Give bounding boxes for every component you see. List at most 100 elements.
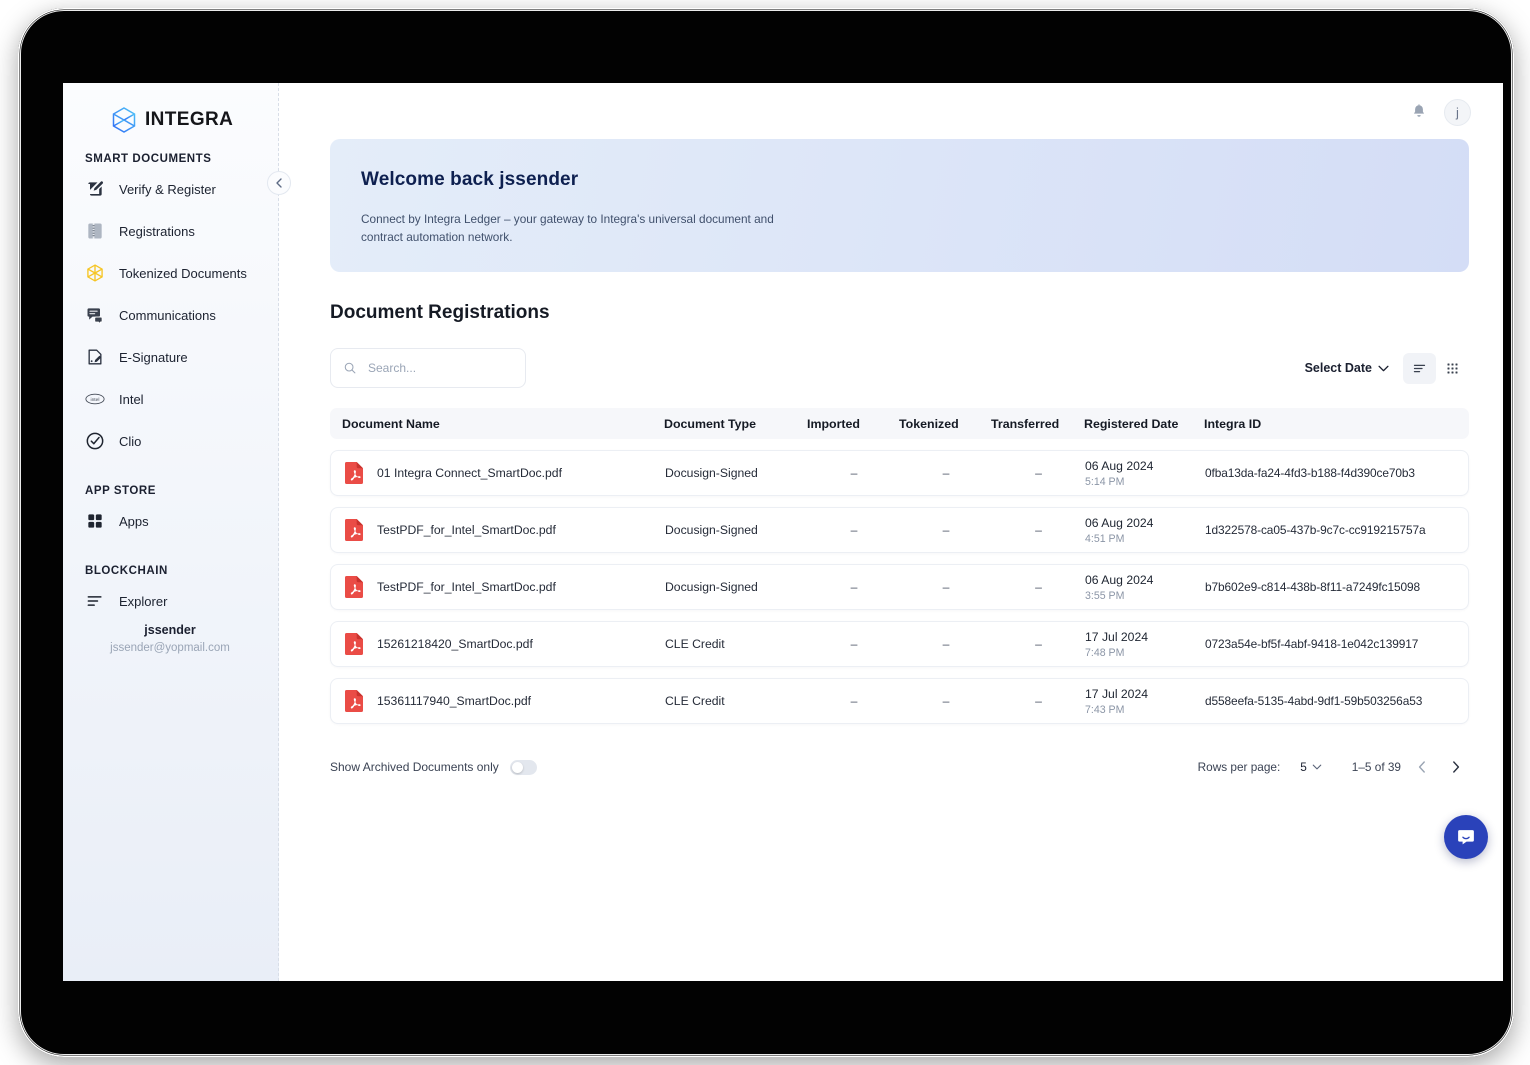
cell-document-type: Docusign-Signed — [665, 580, 808, 594]
cell-document-type: CLE Credit — [665, 694, 808, 708]
registered-time-text: 7:48 PM — [1085, 647, 1205, 659]
archived-toggle-label: Show Archived Documents only — [330, 760, 499, 774]
sidebar-item-label: Verify & Register — [119, 182, 216, 197]
check-circle-icon — [85, 431, 105, 451]
cell-document-type: Docusign-Signed — [665, 523, 808, 537]
sidebar-item-label: Registrations — [119, 224, 195, 239]
page-title: Document Registrations — [330, 302, 1503, 324]
pdf-file-icon — [343, 575, 365, 599]
intel-logo-icon: intel — [85, 389, 105, 409]
prev-page-button[interactable] — [1409, 754, 1435, 780]
cell-tokenized: – — [900, 694, 992, 708]
registered-date-text: 17 Jul 2024 — [1085, 687, 1205, 701]
sidebar-item-apps[interactable]: Apps — [63, 503, 278, 539]
sidebar-user-block[interactable]: jssender jssender@yopmail.com — [63, 623, 277, 654]
document-name-text: 15361117940_SmartDoc.pdf — [377, 694, 531, 708]
cell-imported: – — [808, 466, 900, 480]
chat-launcher-button[interactable] — [1444, 815, 1488, 859]
registered-date-text: 17 Jul 2024 — [1085, 630, 1205, 644]
registered-time-text: 7:43 PM — [1085, 704, 1205, 716]
sidebar-item-label: Tokenized Documents — [119, 266, 247, 281]
chevron-right-icon — [1452, 761, 1460, 773]
rows-per-page-select[interactable]: 5 — [1300, 760, 1322, 774]
select-date-button[interactable]: Select Date — [1305, 361, 1389, 375]
document-name-text: 01 Integra Connect_SmartDoc.pdf — [377, 466, 562, 480]
table-row[interactable]: 01 Integra Connect_SmartDoc.pdfDocusign-… — [330, 450, 1469, 496]
table-footer: Show Archived Documents only Rows per pa… — [330, 754, 1469, 780]
table-row[interactable]: 15261218420_SmartDoc.pdfCLE Credit–––17 … — [330, 621, 1469, 667]
sidebar-section-blockchain: BLOCKCHAIN — [63, 565, 278, 577]
sidebar-item-explorer[interactable]: Explorer — [63, 583, 278, 619]
cell-transferred: – — [992, 637, 1085, 651]
rows-per-page-value: 5 — [1300, 760, 1307, 774]
column-header-transferred: Transferred — [991, 417, 1084, 431]
cell-registered-date: 17 Jul 2024 7:48 PM — [1085, 630, 1205, 659]
sidebar-item-verify-register[interactable]: Verify & Register — [63, 171, 278, 207]
sidebar-item-e-signature[interactable]: E-Signature — [63, 339, 278, 375]
next-page-button[interactable] — [1443, 754, 1469, 780]
filter-lines-icon — [85, 591, 105, 611]
sidebar-item-label: Intel — [119, 392, 144, 407]
sidebar-item-intel[interactable]: intel Intel — [63, 381, 278, 417]
cell-document-name: 15261218420_SmartDoc.pdf — [331, 632, 665, 656]
sidebar-item-label: E-Signature — [119, 350, 188, 365]
sidebar-item-registrations[interactable]: Registrations — [63, 213, 278, 249]
sidebar-user-name: jssender — [63, 623, 277, 637]
rows-per-page-label: Rows per page: — [1198, 760, 1281, 774]
pdf-file-icon — [343, 689, 365, 713]
grid-view-button[interactable] — [1436, 353, 1469, 384]
sidebar-item-clio[interactable]: Clio — [63, 423, 278, 459]
integra-cube-logo-icon — [109, 105, 139, 135]
chat-lines-icon — [85, 305, 105, 325]
column-header-integra-id: Integra ID — [1204, 417, 1469, 431]
sidebar-collapse-button[interactable] — [267, 171, 291, 195]
pagination: Rows per page: 5 1–5 of 39 — [1198, 754, 1469, 780]
sidebar-item-tokenized-documents[interactable]: Tokenized Documents — [63, 255, 278, 291]
document-name-text: TestPDF_for_Intel_SmartDoc.pdf — [377, 523, 556, 537]
cell-registered-date: 17 Jul 2024 7:43 PM — [1085, 687, 1205, 716]
registered-time-text: 4:51 PM — [1085, 533, 1205, 545]
cell-imported: – — [808, 637, 900, 651]
avatar[interactable]: j — [1444, 99, 1471, 126]
cell-integra-id: 1d322578-ca05-437b-9c7c-cc919215757a — [1205, 523, 1468, 537]
cell-document-name: 15361117940_SmartDoc.pdf — [331, 689, 665, 713]
column-header-imported: Imported — [807, 417, 899, 431]
cell-registered-date: 06 Aug 20243:55 PM — [1085, 573, 1205, 602]
cell-document-name: 01 Integra Connect_SmartDoc.pdf — [331, 461, 665, 485]
document-name-text: TestPDF_for_Intel_SmartDoc.pdf — [377, 580, 556, 594]
sidebar-item-label: Explorer — [119, 594, 167, 609]
svg-text:intel: intel — [90, 397, 99, 403]
cell-integra-id: 0fba13da-fa24-4fd3-b188-f4d390ce70b3 — [1205, 466, 1468, 480]
chevron-left-icon — [1418, 761, 1426, 773]
column-header-document-name: Document Name — [330, 417, 664, 431]
column-header-registered-date: Registered Date — [1084, 417, 1204, 431]
cell-transferred: – — [992, 523, 1085, 537]
table-row[interactable]: 15361117940_SmartDoc.pdfCLE Credit–––17 … — [330, 678, 1469, 724]
registered-date-text: 06 Aug 2024 — [1085, 459, 1205, 473]
search-input[interactable] — [366, 360, 506, 376]
pdf-file-icon — [343, 632, 365, 656]
brand-name: INTEGRA — [145, 109, 233, 131]
grid-four-dots-icon — [85, 511, 105, 531]
pdf-file-icon — [343, 461, 365, 485]
cell-document-type: CLE Credit — [665, 637, 808, 651]
table-row[interactable]: TestPDF_for_Intel_SmartDoc.pdf Docusign-S… — [330, 564, 1469, 610]
bell-icon[interactable] — [1410, 103, 1428, 121]
chevron-left-icon — [275, 178, 283, 188]
chevron-down-icon — [1312, 764, 1322, 770]
view-toggle-group — [1403, 353, 1469, 384]
cell-tokenized: – — [900, 523, 992, 537]
select-date-label: Select Date — [1305, 361, 1372, 375]
search-box[interactable] — [330, 348, 526, 388]
table-row[interactable]: TestPDF_for_Intel_SmartDoc.pdf Docusign-S… — [330, 507, 1469, 553]
archived-toggle[interactable] — [510, 760, 537, 775]
cell-document-name: TestPDF_for_Intel_SmartDoc.pdf — [331, 575, 665, 599]
sidebar-item-communications[interactable]: Communications — [63, 297, 278, 333]
grid-view-icon — [1445, 361, 1460, 376]
chevron-down-icon — [1378, 365, 1389, 372]
table-body: 01 Integra Connect_SmartDoc.pdf Docusign-… — [330, 450, 1469, 724]
list-view-button[interactable] — [1403, 353, 1436, 384]
welcome-banner: Welcome back jssender Connect by Integra… — [330, 139, 1469, 272]
sidebar-user-email: jssender@yopmail.com — [63, 642, 277, 654]
brand-logo[interactable]: INTEGRA — [63, 83, 278, 139]
